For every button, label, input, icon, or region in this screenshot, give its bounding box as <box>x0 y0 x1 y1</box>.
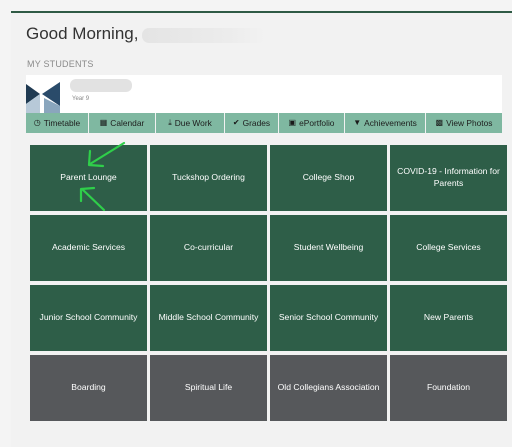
tile-foundation[interactable]: Foundation <box>390 355 507 421</box>
tab-timetable[interactable]: ◷ Timetable <box>26 113 89 133</box>
tile-label: College Services <box>416 242 481 253</box>
redacted-parent-name <box>142 28 266 43</box>
tile-label: Parent Lounge <box>60 172 117 183</box>
clock-icon: ◷ <box>33 118 41 127</box>
tab-label: Timetable <box>43 118 81 128</box>
student-year: Year 9 <box>72 96 90 102</box>
tile-label: New Parents <box>423 312 474 323</box>
tile-label: Foundation <box>426 382 470 393</box>
tile-label: Spiritual Life <box>184 382 233 393</box>
tab-eportfolio[interactable]: ▣ ePortfolio <box>279 113 345 133</box>
quick-links-grid: Parent Lounge Tuckshop Ordering College … <box>30 145 507 423</box>
tile-label: Academic Services <box>51 242 126 253</box>
tile-parent-lounge[interactable]: Parent Lounge <box>30 145 147 211</box>
redacted-student-name <box>70 79 132 92</box>
tile-label: Student Wellbeing <box>293 242 364 253</box>
trophy-icon: ▼ <box>353 118 362 127</box>
tile-label: Co-curricular <box>183 242 234 253</box>
tile-label: Junior School Community <box>39 312 138 323</box>
my-students-label: MY STUDENTS <box>27 59 94 69</box>
tab-due-work[interactable]: ⤓ Due Work <box>156 113 225 133</box>
check-icon: ✔ <box>232 118 240 127</box>
tile-middle-school-community[interactable]: Middle School Community <box>150 285 267 351</box>
tab-label: ePortfolio <box>299 118 335 128</box>
tile-label: COVID-19 - Information for Parents <box>397 166 500 188</box>
tile-label: Tuckshop Ordering <box>172 172 245 183</box>
tile-junior-school-community[interactable]: Junior School Community <box>30 285 147 351</box>
tab-achievements[interactable]: ▼ Achievements <box>345 113 426 133</box>
tab-label: View Photos <box>446 118 493 128</box>
tile-new-parents[interactable]: New Parents <box>390 285 507 351</box>
tile-label: Old Collegians Association <box>277 382 380 393</box>
briefcase-icon: ▣ <box>288 118 297 127</box>
tile-label: College Shop <box>302 172 355 183</box>
student-avatar[interactable] <box>26 80 66 114</box>
tile-co-curricular[interactable]: Co-curricular <box>150 215 267 281</box>
tile-college-shop[interactable]: College Shop <box>270 145 387 211</box>
greeting-text: Good Morning, <box>26 24 139 43</box>
tile-old-collegians-association[interactable]: Old Collegians Association <box>270 355 387 421</box>
tab-view-photos[interactable]: ▩ View Photos <box>426 113 502 133</box>
tab-label: Calendar <box>110 118 145 128</box>
calendar-icon: ▦ <box>99 118 108 127</box>
tile-senior-school-community[interactable]: Senior School Community <box>270 285 387 351</box>
tab-calendar[interactable]: ▦ Calendar <box>89 113 156 133</box>
tile-label: Boarding <box>71 382 106 393</box>
upload-icon: ⤓ <box>168 118 172 127</box>
student-tab-bar: ◷ Timetable ▦ Calendar ⤓ Due Work ✔ Grad… <box>26 113 502 133</box>
tab-label: Due Work <box>174 118 212 128</box>
tab-label: Grades <box>242 118 271 128</box>
photos-icon: ▩ <box>435 118 444 127</box>
tile-college-services[interactable]: College Services <box>390 215 507 281</box>
tab-label: Achievements <box>364 118 417 128</box>
tile-boarding[interactable]: Boarding <box>30 355 147 421</box>
tile-student-wellbeing[interactable]: Student Wellbeing <box>270 215 387 281</box>
tile-covid-information[interactable]: COVID-19 - Information for Parents <box>390 145 507 211</box>
tile-academic-services[interactable]: Academic Services <box>30 215 147 281</box>
tile-tuckshop-ordering[interactable]: Tuckshop Ordering <box>150 145 267 211</box>
tab-grades[interactable]: ✔ Grades <box>225 113 279 133</box>
tile-spiritual-life[interactable]: Spiritual Life <box>150 355 267 421</box>
tile-label: Middle School Community <box>158 312 259 323</box>
tile-label: Senior School Community <box>278 312 379 323</box>
